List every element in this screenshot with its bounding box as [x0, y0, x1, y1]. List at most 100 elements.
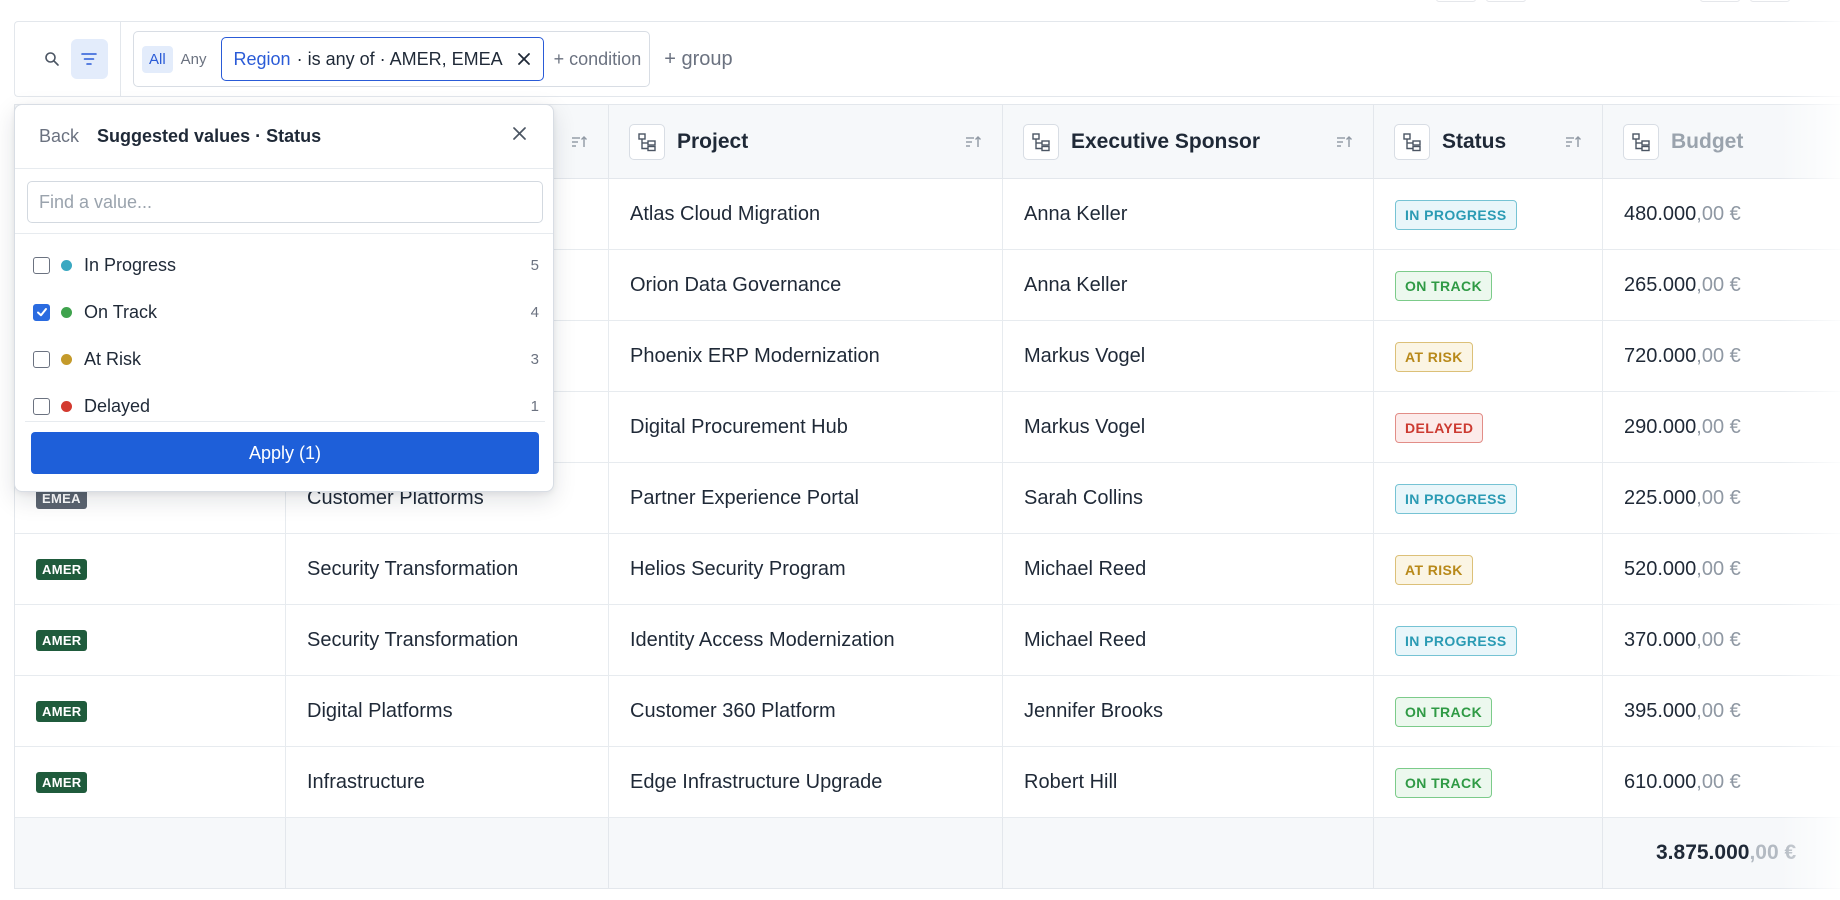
- footer-cell: [1374, 818, 1603, 888]
- budget-decimals: ,00 €: [1696, 416, 1741, 438]
- budget-integer: 720.000: [1624, 345, 1697, 367]
- apply-button[interactable]: Apply (1): [31, 432, 539, 474]
- option-checkbox[interactable]: [33, 350, 50, 368]
- status-badge: ON TRACK: [1395, 767, 1493, 798]
- popover-title: Suggested values · Status: [97, 126, 322, 146]
- table-row[interactable]: AMER Security Transformation Helios Secu…: [15, 534, 1840, 605]
- search-button[interactable]: [33, 39, 71, 79]
- cell-sponsor: Anna Keller: [1003, 179, 1374, 250]
- chip-remove-button[interactable]: [517, 52, 531, 66]
- option-checkbox[interactable]: [33, 256, 50, 274]
- budget-decimals: ,00 €: [1696, 345, 1741, 367]
- sort-icon[interactable]: [1564, 133, 1582, 151]
- filter-button[interactable]: [70, 39, 108, 79]
- sort-icon[interactable]: [1335, 133, 1353, 151]
- sort-icon[interactable]: [570, 133, 588, 151]
- table-row[interactable]: AMER Security Transformation Identity Ac…: [15, 605, 1840, 676]
- match-all-toggle[interactable]: All: [142, 45, 173, 73]
- total-decimals: ,00 €: [1749, 841, 1797, 864]
- filter-bar: All Any Region · is any of · AMER, EMEA …: [14, 21, 1840, 97]
- region-badge: AMER: [36, 772, 88, 793]
- chip-field: Region: [233, 48, 291, 69]
- hierarchy-icon: [1394, 124, 1430, 160]
- status-badge: DELAYED: [1395, 412, 1484, 443]
- toolbar-ghost-button[interactable]: [1750, 0, 1790, 2]
- cell-portfolio: Digital Platforms: [286, 676, 609, 747]
- budget-integer: 225.000: [1624, 487, 1697, 509]
- column-label-budget: Budget: [1671, 130, 1744, 153]
- option-at-risk[interactable]: At Risk 3: [33, 339, 539, 379]
- cell-budget: 720.000,00 €: [1603, 321, 1840, 392]
- toolbar-ghost-button[interactable]: [1436, 0, 1476, 2]
- cell-sponsor: Markus Vogel: [1003, 321, 1374, 392]
- sort-icon[interactable]: [964, 133, 982, 151]
- search-icon: [44, 52, 59, 66]
- popover-close-button[interactable]: [512, 126, 527, 146]
- option-delayed[interactable]: Delayed 1: [33, 386, 539, 426]
- status-badge: IN PROGRESS: [1395, 625, 1517, 656]
- budget-integer: 610.000: [1624, 771, 1697, 793]
- cell-portfolio: Security Transformation: [286, 605, 609, 676]
- column-label-sponsor: Executive Sponsor: [1071, 130, 1261, 153]
- status-badge: ON TRACK: [1395, 696, 1493, 727]
- status-badge: AT RISK: [1395, 554, 1473, 585]
- budget-decimals: ,00 €: [1696, 629, 1741, 651]
- cell-project: Customer 360 Platform: [609, 676, 1003, 747]
- option-label: On Track: [84, 301, 158, 322]
- cell-status: IN PROGRESS: [1374, 463, 1603, 534]
- column-header-status[interactable]: Status: [1374, 105, 1603, 179]
- cell-budget: 370.000,00 €: [1603, 605, 1840, 676]
- region-badge: AMER: [36, 630, 88, 651]
- back-button[interactable]: Back: [39, 126, 79, 147]
- cell-status: ON TRACK: [1374, 250, 1603, 321]
- budget-total: 3.875.000,00 €: [1656, 818, 1796, 888]
- column-header-budget[interactable]: Budget: [1603, 105, 1840, 179]
- footer-cell: [15, 818, 286, 888]
- cell-status: IN PROGRESS: [1374, 605, 1603, 676]
- budget-integer: 290.000: [1624, 416, 1697, 438]
- filter-tools: [15, 22, 121, 96]
- budget-decimals: ,00 €: [1696, 558, 1741, 580]
- match-any-toggle[interactable]: Any: [181, 51, 207, 68]
- cell-budget: 225.000,00 €: [1603, 463, 1840, 534]
- option-on-track[interactable]: On Track 4: [33, 292, 539, 332]
- cell-budget: 290.000,00 €: [1603, 392, 1840, 463]
- option-count: 3: [530, 350, 539, 368]
- cell-sponsor: Michael Reed: [1003, 605, 1374, 676]
- table-row[interactable]: AMER Digital Platforms Customer 360 Plat…: [15, 676, 1840, 747]
- region-badge: AMER: [36, 559, 88, 580]
- option-label: In Progress: [84, 254, 177, 275]
- hierarchy-icon: [1623, 124, 1659, 160]
- chip-condition: · is any of · AMER, EMEA: [296, 48, 503, 69]
- add-group-button[interactable]: + group: [664, 48, 732, 71]
- close-icon: [517, 53, 530, 65]
- hierarchy-icon: [629, 124, 665, 160]
- column-header-project[interactable]: Project: [609, 105, 1003, 179]
- option-count: 5: [530, 256, 539, 274]
- total-integer: 3.875.000: [1656, 841, 1750, 864]
- suggested-values-popover: Back Suggested values · Status In Progre…: [14, 104, 554, 492]
- column-header-sponsor[interactable]: Executive Sponsor: [1003, 105, 1374, 179]
- status-badge: IN PROGRESS: [1395, 483, 1517, 514]
- option-in-progress[interactable]: In Progress 5: [33, 245, 539, 285]
- cell-status: AT RISK: [1374, 321, 1603, 392]
- popover-header: Back Suggested values · Status: [15, 105, 553, 169]
- toolbar-ghost-button[interactable]: [1700, 0, 1740, 2]
- cell-sponsor: Sarah Collins: [1003, 463, 1374, 534]
- table-row[interactable]: AMER Infrastructure Edge Infrastructure …: [15, 747, 1840, 818]
- value-search-input[interactable]: [27, 181, 543, 223]
- toolbar-ghost-button[interactable]: [1486, 0, 1526, 2]
- budget-integer: 265.000: [1624, 274, 1697, 296]
- cell-sponsor: Michael Reed: [1003, 534, 1374, 605]
- option-checkbox[interactable]: [33, 397, 50, 415]
- cell-status: IN PROGRESS: [1374, 179, 1603, 250]
- status-color-dot: [61, 306, 72, 318]
- budget-decimals: ,00 €: [1696, 700, 1741, 722]
- add-condition-button[interactable]: + condition: [554, 49, 642, 70]
- cell-region: AMER: [15, 534, 286, 605]
- region-filter-chip[interactable]: Region · is any of · AMER, EMEA: [220, 37, 544, 81]
- option-checkbox[interactable]: [33, 303, 50, 321]
- cell-project: Phoenix ERP Modernization: [609, 321, 1003, 392]
- table-footer: 3.875.000,00 €: [15, 818, 1840, 888]
- status-color-dot: [61, 259, 72, 271]
